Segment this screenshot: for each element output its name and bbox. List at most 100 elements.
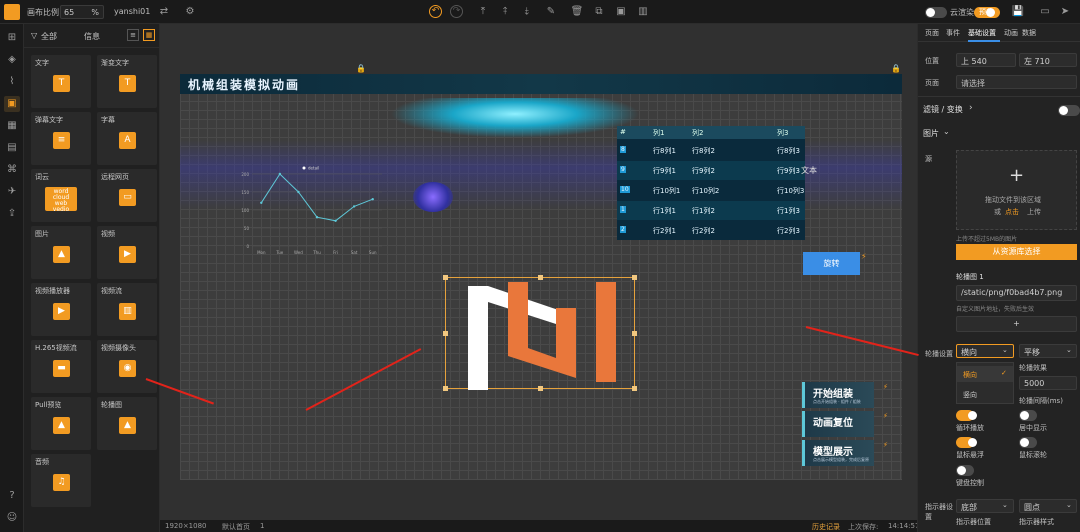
move-down-icon[interactable]: ⤈ (520, 5, 534, 19)
undo-icon[interactable]: ↶ (429, 5, 442, 18)
floating-text[interactable]: 文本 (801, 165, 817, 176)
media-icon[interactable]: ▣ (4, 96, 20, 112)
upload-dropzone[interactable]: + 拖动文件到该区域 或 点击 上传 (956, 150, 1077, 230)
filter-info[interactable]: 信息 (84, 31, 100, 42)
monitor-icon[interactable]: ▭ (1038, 5, 1052, 19)
palette-tile[interactable]: 弹幕文字 ≡ (31, 112, 91, 165)
copy-icon[interactable]: ⧉ (592, 5, 606, 19)
rotate-button[interactable]: 旋转 (803, 252, 860, 275)
settings-icon[interactable]: ⚙ (183, 5, 197, 19)
palette-tile[interactable]: Pull预览 ▲ (31, 397, 91, 450)
left-input[interactable]: 左 710 (1019, 53, 1077, 67)
hover-toggle[interactable] (956, 437, 977, 448)
filter-all[interactable]: 全部 (41, 31, 57, 42)
scale-input[interactable]: 65 % (60, 5, 104, 19)
lock-icon[interactable]: 🔒 (891, 64, 901, 73)
resize-handle[interactable] (632, 275, 637, 280)
canvas-title: 机械组装模拟动画 (188, 78, 301, 92)
select-from-library-button[interactable]: 从资源库选择 (956, 244, 1077, 260)
palette-tile[interactable]: 视频 ▶ (97, 226, 157, 279)
save-icon[interactable]: 💾 (1011, 5, 1025, 19)
chart-line-icon[interactable]: ⌇ (4, 74, 20, 90)
chevron-right-icon[interactable]: › (969, 103, 973, 113)
tile-icon: ▥ (119, 303, 136, 320)
upload-click-link[interactable]: 点击 (1005, 207, 1019, 217)
resize-handle[interactable] (443, 275, 448, 280)
palette-tile[interactable]: 视频摄像头 ◉ (97, 340, 157, 393)
canvas-menu-button[interactable]: 开始组装 点击开始组装 · 组件 / 组装 ⚡ (802, 382, 888, 408)
table-icon[interactable]: ▦ (4, 118, 20, 134)
option-vertical[interactable]: 竖向 (963, 390, 977, 400)
data-point (278, 172, 282, 176)
selected-carousel[interactable] (443, 275, 637, 391)
table-row: 1 行1列1 行1列2 行1列3 (617, 201, 805, 220)
redo-icon[interactable]: ↷ (450, 5, 463, 18)
palette-tile[interactable]: 字幕 A (97, 112, 157, 165)
page-select[interactable]: 请选择 (956, 75, 1077, 89)
keyboard-toggle[interactable] (956, 465, 974, 476)
swap-icon[interactable]: ⇄ (157, 5, 171, 19)
center-toggle[interactable] (1019, 410, 1037, 421)
add-carousel-button[interactable]: + (956, 316, 1077, 332)
delete-icon[interactable]: 🗑 (570, 5, 584, 19)
palette-tile[interactable]: 图片 ▲ (31, 226, 91, 279)
palette-tile[interactable]: 渐变文字 T (97, 55, 157, 108)
palette-tile[interactable]: 远程网页 ▭ (97, 169, 157, 222)
design-canvas[interactable]: 机械组装模拟动画 0 50 100 150 200 Mon Tue Wed Thu Fri Sat S… (180, 74, 902, 480)
top-input[interactable]: 上 540 (956, 53, 1016, 67)
filter-section[interactable]: 滤镜 / 变换 (923, 104, 963, 115)
palette-tile[interactable]: 文字 T (31, 55, 91, 108)
publish-icon[interactable]: ➤ (1058, 5, 1072, 19)
canvas-menu-button[interactable]: 动画复位 ⚡ (802, 411, 888, 437)
export-icon[interactable]: ⇪ (4, 206, 20, 222)
canvas-menu-button[interactable]: 模型展示 点击展示模型组装，完成后复原 ⚡ (802, 440, 888, 466)
stack-icon[interactable]: ◈ (4, 52, 20, 68)
list-view-icon[interactable]: ≡ (127, 29, 139, 41)
chevron-down-icon: ⌄ (1002, 346, 1008, 354)
lock-icon[interactable]: 🔒 (356, 64, 366, 73)
chevron-down-icon[interactable]: ⌄ (943, 127, 950, 136)
resize-handle[interactable] (443, 386, 448, 391)
group-icon[interactable]: ▣ (614, 5, 628, 19)
palette-tile[interactable]: 轮播图 ▲ (97, 397, 157, 450)
tab-data[interactable]: 数据 (1022, 28, 1036, 38)
x-tick-label: Tue (275, 250, 283, 255)
carousel-path-input[interactable]: /static/png/f0bad4b7.png (956, 285, 1077, 301)
filter-toggle[interactable] (1058, 105, 1080, 116)
tab-basic[interactable]: 基础设置 (968, 28, 996, 38)
palette-tile[interactable]: 视频流 ▥ (97, 283, 157, 336)
tab-animation[interactable]: 动画 (1004, 28, 1018, 38)
resize-handle[interactable] (443, 331, 448, 336)
user-icon[interactable]: ☺ (4, 510, 20, 526)
tab-page[interactable]: 页面 (925, 28, 939, 38)
option-horizontal[interactable]: 横向 (963, 370, 977, 380)
palette-tile[interactable]: 音频 ♫ (31, 454, 91, 507)
tile-label: H.265视频流 (35, 344, 77, 352)
align-top-icon[interactable]: ⤒ (476, 5, 490, 19)
cloud-render-toggle[interactable] (925, 7, 947, 18)
layers-icon[interactable]: ⊞ (4, 30, 20, 46)
tab-events[interactable]: 事件 (946, 28, 960, 38)
resize-handle[interactable] (632, 386, 637, 391)
interval-input[interactable]: 5000 (1019, 376, 1077, 390)
move-up-icon[interactable]: ⤉ (498, 5, 512, 19)
palette-tile[interactable]: 词云 word cloud web vedio (31, 169, 91, 222)
plane-icon[interactable]: ✈ (4, 184, 20, 200)
filter-icon[interactable]: ▽ (31, 31, 37, 40)
resize-handle[interactable] (538, 386, 543, 391)
wheel-toggle[interactable] (1019, 437, 1037, 448)
palette-tile[interactable]: H.265视频流 ▬ (31, 340, 91, 393)
image-section[interactable]: 图片 (923, 128, 939, 139)
brush-icon[interactable]: ✎ (544, 5, 558, 19)
resize-handle[interactable] (538, 275, 543, 280)
palette-tile[interactable]: 视频播放器 ▶ (31, 283, 91, 336)
chart-icon[interactable]: ▥ (636, 5, 650, 19)
history-link[interactable]: 历史记录 (812, 522, 840, 532)
loop-toggle[interactable] (956, 410, 977, 421)
resize-handle[interactable] (632, 331, 637, 336)
component-icon[interactable]: ⌘ (4, 162, 20, 178)
help-icon[interactable]: ? (4, 488, 20, 504)
grid-view-icon[interactable]: ▦ (143, 29, 155, 41)
position-label: 位置 (925, 57, 939, 65)
grid-icon[interactable]: ▤ (4, 140, 20, 156)
